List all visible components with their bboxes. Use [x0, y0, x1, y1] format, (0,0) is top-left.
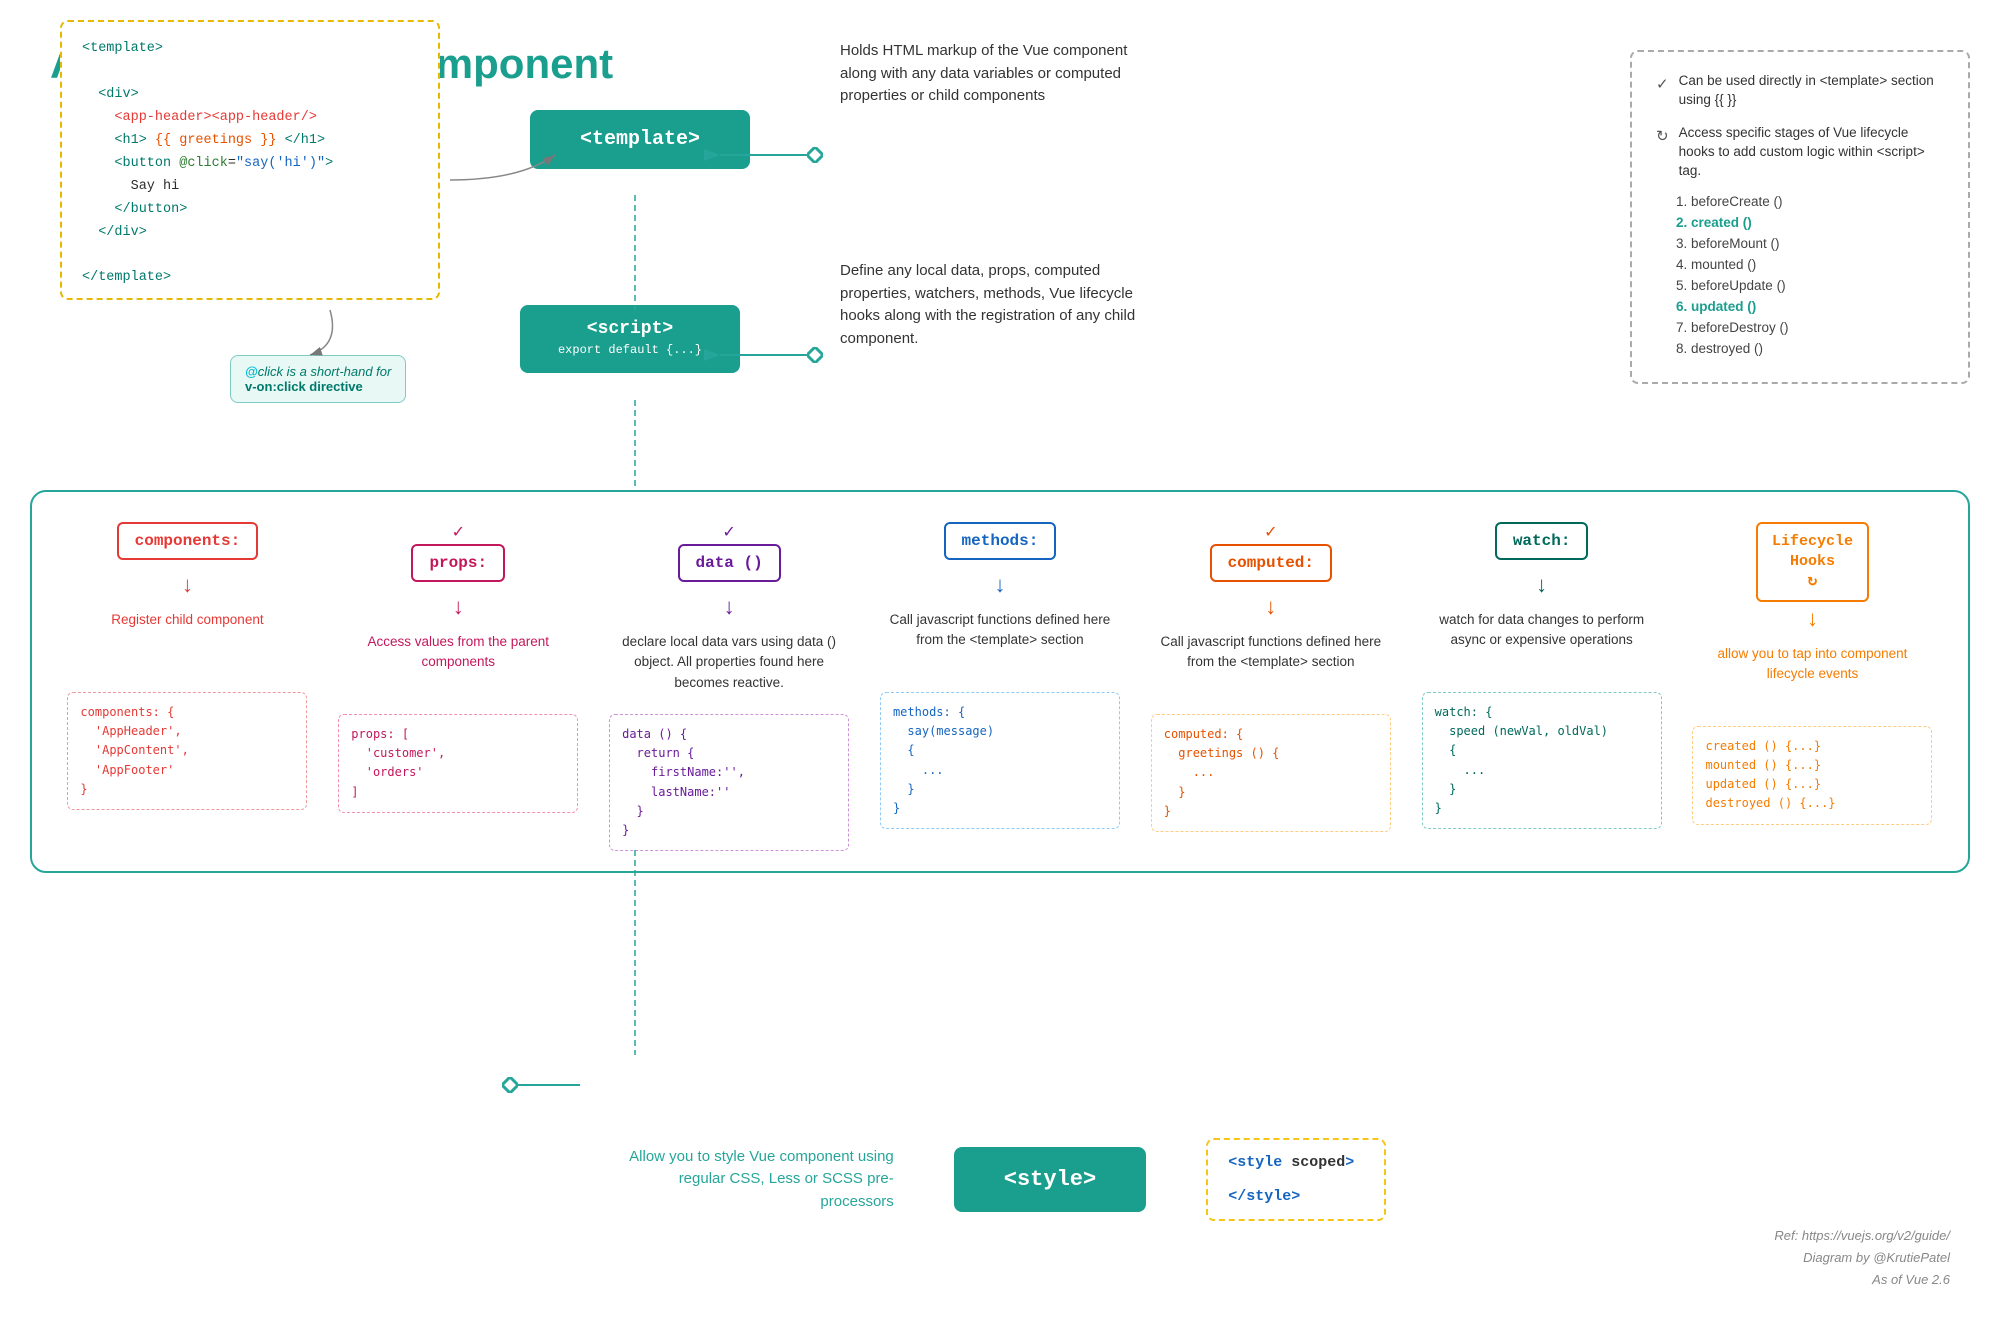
- annotation-text2: v-on:click directive: [245, 379, 363, 394]
- script-description: Define any local data, props, computed p…: [840, 260, 1140, 350]
- data-desc: declare local data vars using data () ob…: [609, 632, 849, 702]
- script-block-subtitle: export default {...}: [558, 343, 702, 357]
- hook-5: 5. beforeUpdate (): [1676, 278, 1944, 293]
- hook-7: 7. beforeDestroy (): [1676, 320, 1944, 335]
- ref-line3: As of Vue 2.6: [1872, 1272, 1950, 1287]
- lifecycle-arrow: ↓: [1807, 606, 1818, 632]
- lifecycle-refresh-icon: ↻: [1808, 571, 1818, 592]
- props-desc: Access values from the parent components: [338, 632, 578, 702]
- hook-6: 6. updated (): [1676, 299, 1944, 314]
- props-label: props:: [411, 544, 505, 582]
- style-arrow-area: <style>: [954, 1147, 1146, 1212]
- style-scoped-close: >: [1345, 1154, 1354, 1171]
- methods-label: methods:: [944, 522, 1057, 560]
- style-end-tag: </style>: [1228, 1188, 1300, 1205]
- template-block-label: <template>: [580, 128, 700, 151]
- click-annotation: @click is a short-hand for v-on:click di…: [230, 355, 406, 403]
- lifecycle-text-2: Access specific stages of Vue lifecycle …: [1679, 124, 1944, 181]
- script-desc-text: Define any local data, props, computed p…: [840, 262, 1135, 347]
- computed-arrow: ↓: [1265, 594, 1276, 620]
- middle-container: components: ↓ Register child component c…: [30, 490, 1970, 873]
- page: Anatomy of Vue Component: [0, 0, 2000, 1341]
- computed-code: computed: { greetings () { ... } }: [1151, 714, 1391, 832]
- components-col: components: ↓ Register child component c…: [67, 522, 307, 851]
- template-code-box: <template> <div> <app-header><app-header…: [60, 20, 440, 300]
- methods-code: methods: { say(message) { ... } }: [880, 692, 1120, 829]
- data-col: ✓ data () ↓ declare local data vars usin…: [609, 522, 849, 851]
- style-block: <style>: [954, 1147, 1146, 1212]
- scoped-keyword: scoped: [1291, 1154, 1345, 1171]
- lifecycle-text-1: Can be used directly in <template> secti…: [1679, 72, 1944, 110]
- components-code: components: { 'AppHeader', 'AppContent',…: [67, 692, 307, 810]
- style-scoped-box: <style scoped> </style>: [1206, 1138, 1386, 1221]
- data-check: ✓: [722, 522, 735, 542]
- components-desc: Register child component: [111, 610, 263, 680]
- computed-label: computed:: [1210, 544, 1332, 582]
- style-block-label: <style>: [1004, 1167, 1096, 1192]
- template-code: <template> <div> <app-header><app-header…: [82, 38, 418, 290]
- at-sign: @: [245, 364, 258, 379]
- template-block: <template>: [530, 110, 750, 169]
- computed-col: ✓ computed: ↓ Call javascript functions …: [1151, 522, 1391, 851]
- components-arrow: ↓: [182, 572, 193, 598]
- methods-desc: Call javascript functions defined here f…: [880, 610, 1120, 680]
- watch-label: watch:: [1495, 522, 1589, 560]
- ref-line1: Ref: https://vuejs.org/v2/guide/: [1774, 1228, 1950, 1243]
- template-description: Holds HTML markup of the Vue component a…: [840, 40, 1140, 108]
- watch-code: watch: { speed (newVal, oldVal) { ... } …: [1422, 692, 1662, 829]
- data-code: data () { return { firstName:'', lastNam…: [609, 714, 849, 851]
- data-label: data (): [678, 544, 781, 582]
- props-col: ✓ props: ↓ Access values from the parent…: [338, 522, 578, 851]
- hook-1: 1. beforeCreate (): [1676, 194, 1944, 209]
- lifecycle-info-box: ✓ Can be used directly in <template> sec…: [1630, 50, 1970, 384]
- hook-4: 4. mounted (): [1676, 257, 1944, 272]
- check-icon-1: ✓: [1656, 74, 1669, 95]
- template-desc-text: Holds HTML markup of the Vue component a…: [840, 42, 1127, 104]
- data-arrow: ↓: [724, 594, 735, 620]
- computed-check: ✓: [1264, 522, 1277, 542]
- lifecycle-code: created () {...} mounted () {...} update…: [1692, 726, 1932, 825]
- script-block: <script> export default {...}: [520, 305, 740, 373]
- hook-3: 3. beforeMount (): [1676, 236, 1944, 251]
- components-label: components:: [117, 522, 259, 560]
- script-block-label: <script>: [587, 319, 673, 339]
- lifecycle-label-text: LifecycleHooks: [1772, 532, 1853, 571]
- style-desc-text: Allow you to style Vue component using r…: [629, 1148, 894, 1210]
- lifecycle-item-2: ↻ Access specific stages of Vue lifecycl…: [1656, 124, 1944, 181]
- computed-desc: Call javascript functions defined here f…: [1151, 632, 1391, 702]
- hook-8: 8. destroyed (): [1676, 341, 1944, 356]
- ref-line2: Diagram by @KrutiePatel: [1803, 1250, 1950, 1265]
- props-check: ✓: [452, 522, 465, 542]
- refresh-icon-1: ↻: [1656, 126, 1669, 147]
- watch-col: watch: ↓ watch for data changes to perfo…: [1422, 522, 1662, 851]
- reference-text: Ref: https://vuejs.org/v2/guide/ Diagram…: [1774, 1225, 1950, 1291]
- annotation-text1: click is a short-hand for: [258, 364, 392, 379]
- bottom-section: Allow you to style Vue component using r…: [0, 1138, 2000, 1221]
- props-arrow: ↓: [453, 594, 464, 620]
- props-code: props: [ 'customer', 'orders' ]: [338, 714, 578, 813]
- style-description: Allow you to style Vue component using r…: [614, 1146, 894, 1214]
- style-scoped-open: <style: [1228, 1154, 1282, 1171]
- lifecycle-col-label: LifecycleHooks ↻: [1756, 522, 1869, 602]
- methods-col: methods: ↓ Call javascript functions def…: [880, 522, 1120, 851]
- watch-arrow: ↓: [1536, 572, 1547, 598]
- lifecycle-hooks-list: 1. beforeCreate () 2. created () 3. befo…: [1656, 194, 1944, 356]
- lifecycle-col: LifecycleHooks ↻ ↓ allow you to tap into…: [1692, 522, 1932, 851]
- methods-arrow: ↓: [994, 572, 1005, 598]
- lifecycle-desc: allow you to tap into component lifecycl…: [1692, 644, 1932, 714]
- lifecycle-item-1: ✓ Can be used directly in <template> sec…: [1656, 72, 1944, 110]
- watch-desc: watch for data changes to perform async …: [1422, 610, 1662, 680]
- lifecycle-header-wrap: LifecycleHooks ↻: [1756, 522, 1869, 602]
- hook-2: 2. created (): [1676, 215, 1944, 230]
